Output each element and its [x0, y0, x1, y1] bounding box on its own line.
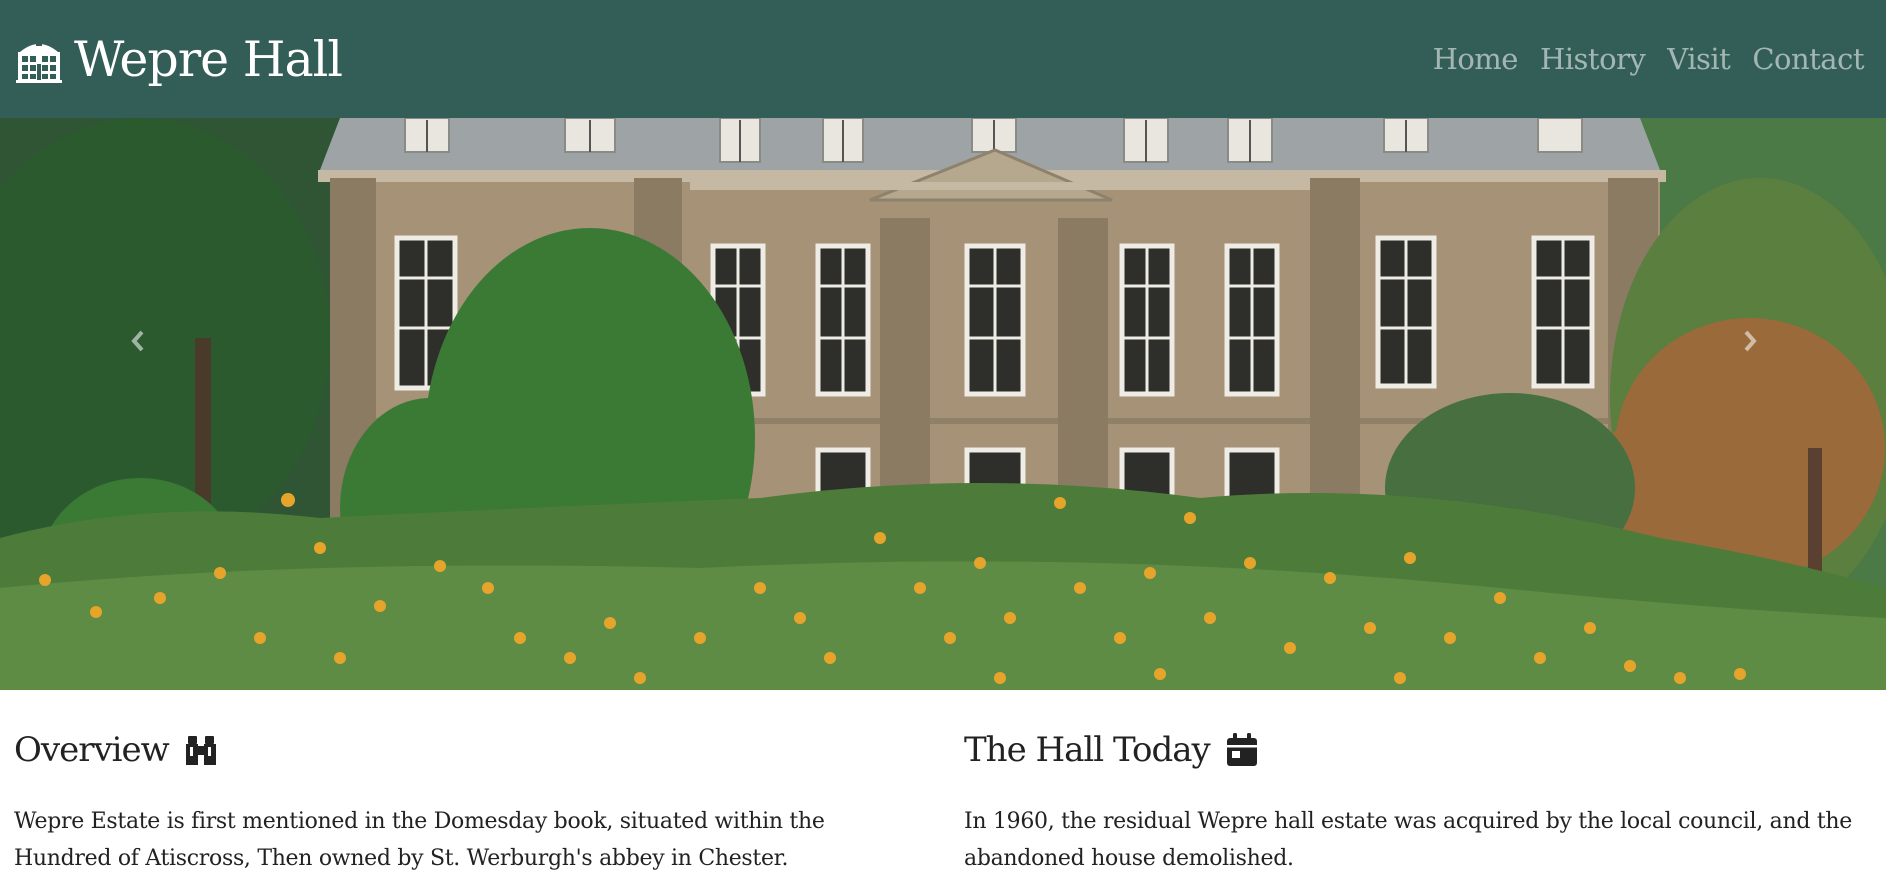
- nav-link-home[interactable]: Home: [1433, 42, 1519, 76]
- chevron-left-icon: [131, 330, 144, 352]
- hero-carousel: [0, 118, 1886, 690]
- overview-section: Overview Wepre Estate is first mentioned…: [0, 690, 950, 877]
- hall-with-sunflowers-photo: [0, 118, 1886, 690]
- hall-today-heading: The Hall Today: [964, 730, 1886, 770]
- nav-link-history[interactable]: History: [1540, 42, 1646, 76]
- hall-today-section: The Hall Today In 1960, the residual Wep…: [950, 690, 1886, 877]
- main-content: Overview Wepre Estate is first mentioned…: [0, 690, 1886, 877]
- hall-today-text: In 1960, the residual Wepre hall estate …: [964, 809, 1852, 871]
- binoculars-icon: [185, 736, 216, 765]
- nav-link-contact[interactable]: Contact: [1752, 42, 1864, 76]
- site-title: Wepre Hall: [74, 30, 343, 88]
- carousel-prev-button[interactable]: [120, 318, 156, 364]
- overview-title: Overview: [14, 730, 170, 770]
- hall-today-title: The Hall Today: [964, 730, 1211, 770]
- chevron-right-icon: [1744, 330, 1757, 352]
- overview-text: Wepre Estate is first mentioned in the D…: [14, 809, 825, 871]
- nav-link-visit[interactable]: Visit: [1667, 42, 1731, 76]
- calendar-icon: [1226, 733, 1257, 766]
- main-nav: Home History Visit Contact: [1433, 42, 1865, 76]
- overview-heading: Overview: [14, 730, 950, 770]
- navbar: Wepre Hall Home History Visit Contact: [0, 0, 1886, 118]
- brand-link[interactable]: Wepre Hall: [14, 30, 343, 88]
- carousel-next-button[interactable]: [1732, 318, 1768, 364]
- building-icon: [16, 40, 62, 83]
